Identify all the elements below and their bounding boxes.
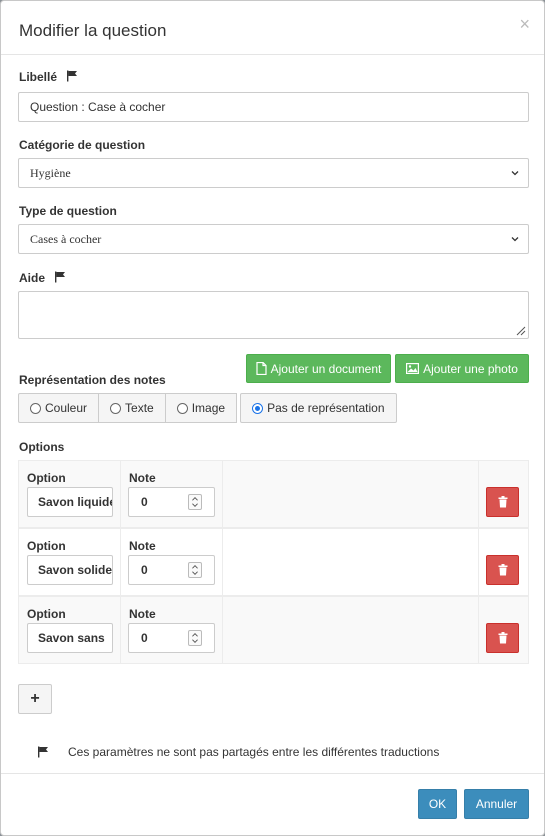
type-label: Type de question: [19, 204, 117, 218]
spacer-cell: [222, 460, 479, 528]
option-input[interactable]: Savon liquide: [27, 487, 113, 517]
ok-button[interactable]: OK: [418, 789, 457, 819]
trash-icon: [498, 564, 507, 576]
options-label: Options: [19, 440, 65, 454]
radio-circle-checked[interactable]: [252, 402, 264, 414]
note-cell: Note 0: [120, 460, 223, 528]
options-table: Option Savon liquide Note 0 Option Savon…: [18, 460, 529, 664]
modal-header: Modifier la question ×: [1, 1, 544, 55]
option-cell: Option Savon sans: [18, 596, 121, 664]
chevron-down-icon: [511, 171, 519, 176]
radio-label: Couleur: [45, 401, 88, 415]
document-icon: [256, 362, 267, 375]
aide-label-row: Aide: [19, 271, 66, 285]
radio-circle[interactable]: [110, 402, 122, 414]
radio-label: Pas de représentation: [267, 401, 385, 415]
chevron-down-icon: [511, 237, 519, 242]
spacer-cell: [222, 528, 479, 596]
categorie-selected-value: Hygiène: [30, 166, 71, 180]
translation-note-text: Ces paramètres ne sont pas partagés entr…: [68, 745, 440, 759]
add-photo-button[interactable]: Ajouter une photo: [395, 354, 529, 383]
note-col-label: Note: [129, 607, 156, 621]
spacer-cell: [222, 596, 479, 664]
delete-button[interactable]: [486, 623, 519, 653]
note-input[interactable]: 0: [128, 487, 215, 517]
flag-icon: [55, 271, 66, 283]
add-option-button[interactable]: +: [18, 684, 52, 714]
note-value: 0: [141, 563, 148, 577]
categorie-select[interactable]: Hygiène: [18, 158, 529, 188]
close-button[interactable]: ×: [519, 15, 530, 33]
option-col-label: Option: [27, 471, 66, 485]
type-selected-value: Cases à cocher: [30, 232, 102, 246]
representation-radio-group: Couleur Texte Image Pas de représentatio…: [18, 393, 397, 423]
note-value: 0: [141, 631, 148, 645]
trash-icon: [498, 496, 507, 508]
resize-grip-icon[interactable]: [514, 324, 526, 336]
note-input[interactable]: 0: [128, 555, 215, 585]
spinner-icon[interactable]: [188, 630, 202, 646]
footer-divider: [1, 773, 544, 774]
libelle-input[interactable]: Question : Case à cocher: [18, 92, 529, 122]
edit-question-modal: Modifier la question × Libellé Question …: [0, 0, 545, 836]
add-document-label: Ajouter un document: [270, 361, 382, 376]
cancel-button[interactable]: Annuler: [464, 789, 529, 819]
note-input[interactable]: 0: [128, 623, 215, 653]
note-col-label: Note: [129, 539, 156, 553]
image-icon: [406, 363, 420, 374]
note-value: 0: [141, 495, 148, 509]
add-photo-label: Ajouter une photo: [423, 361, 518, 376]
delete-cell: [478, 596, 529, 664]
radio-circle[interactable]: [176, 402, 188, 414]
spinner-icon[interactable]: [188, 494, 202, 510]
option-input[interactable]: Savon solide: [27, 555, 113, 585]
translation-note: Ces paramètres ne sont pas partagés entr…: [37, 745, 439, 759]
add-document-button[interactable]: Ajouter un document: [246, 354, 391, 383]
flag-icon: [38, 746, 48, 758]
option-cell: Option Savon liquide: [18, 460, 121, 528]
flag-icon: [67, 70, 78, 82]
modal-title: Modifier la question: [19, 21, 167, 40]
option-input[interactable]: Savon sans: [27, 623, 113, 653]
aide-textarea[interactable]: [18, 291, 529, 339]
table-row: Option Savon liquide Note 0: [18, 460, 529, 528]
delete-cell: [478, 528, 529, 596]
table-row: Option Savon solide Note 0: [18, 528, 529, 596]
libelle-label: Libellé: [19, 70, 58, 84]
option-cell: Option Savon solide: [18, 528, 121, 596]
representation-label: Représentation des notes: [19, 373, 166, 387]
spinner-icon[interactable]: [188, 562, 202, 578]
option-col-label: Option: [27, 607, 66, 621]
delete-button[interactable]: [486, 555, 519, 585]
categorie-label: Catégorie de question: [19, 138, 146, 152]
delete-button[interactable]: [486, 487, 519, 517]
radio-circle[interactable]: [30, 402, 41, 414]
note-cell: Note 0: [120, 528, 223, 596]
note-cell: Note 0: [120, 596, 223, 664]
radio-pas-de-representation[interactable]: Pas de représentation: [240, 393, 397, 423]
option-col-label: Option: [27, 539, 66, 553]
radio-texte[interactable]: Texte: [98, 393, 166, 423]
radio-label: Texte: [125, 401, 154, 415]
note-col-label: Note: [129, 471, 156, 485]
table-row: Option Savon sans Note 0: [18, 596, 529, 664]
aide-label: Aide: [19, 271, 46, 285]
type-select[interactable]: Cases à cocher: [18, 224, 529, 254]
radio-image[interactable]: Image: [164, 393, 238, 423]
radio-couleur[interactable]: Couleur: [18, 393, 100, 423]
radio-label: Image: [191, 401, 226, 415]
libelle-label-row: Libellé: [19, 70, 78, 84]
trash-icon: [498, 632, 507, 644]
delete-cell: [478, 460, 529, 528]
